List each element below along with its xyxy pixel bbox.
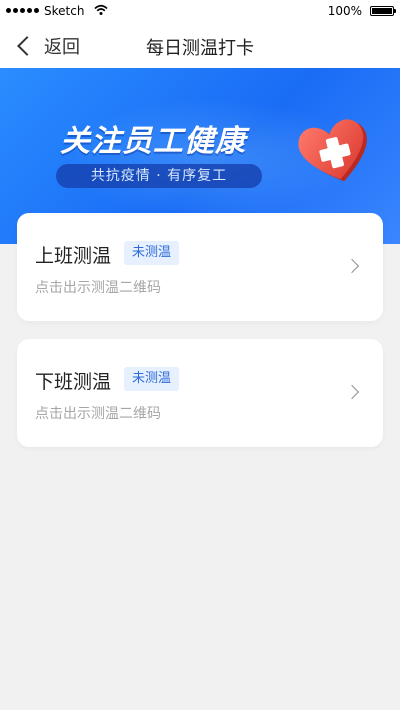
- card-hint: 点击出示测温二维码: [35, 406, 161, 422]
- chevron-right-icon: [344, 384, 360, 400]
- battery-percentage: 100%: [327, 4, 362, 18]
- card-title: 上班测温: [35, 245, 112, 267]
- page-title: 每日测温打卡: [146, 38, 254, 59]
- clock-out-temperature-card[interactable]: 下班测温 未测温 点击出示测温二维码: [17, 339, 383, 447]
- clock-in-temperature-card[interactable]: 上班测温 未测温 点击出示测温二维码: [17, 213, 383, 321]
- medical-heart-icon: [298, 119, 367, 182]
- chevron-right-icon: [344, 258, 360, 274]
- status-bar: Sketch 100%: [0, 0, 400, 22]
- navigation-bar: 返回 每日测温打卡: [0, 22, 400, 68]
- battery-icon: [370, 6, 396, 16]
- card-title: 下班测温: [35, 371, 112, 393]
- status-badge: 未测温: [124, 367, 180, 391]
- banner-title: 关注员工健康: [60, 124, 246, 159]
- banner-subtitle: 共抗疫情 · 有序复工: [56, 164, 262, 188]
- carrier-label: Sketch: [44, 4, 85, 18]
- wifi-icon: [94, 4, 108, 15]
- status-badge: 未测温: [124, 241, 180, 265]
- card-hint: 点击出示测温二维码: [35, 280, 161, 296]
- signal-strength-icon: [6, 8, 39, 13]
